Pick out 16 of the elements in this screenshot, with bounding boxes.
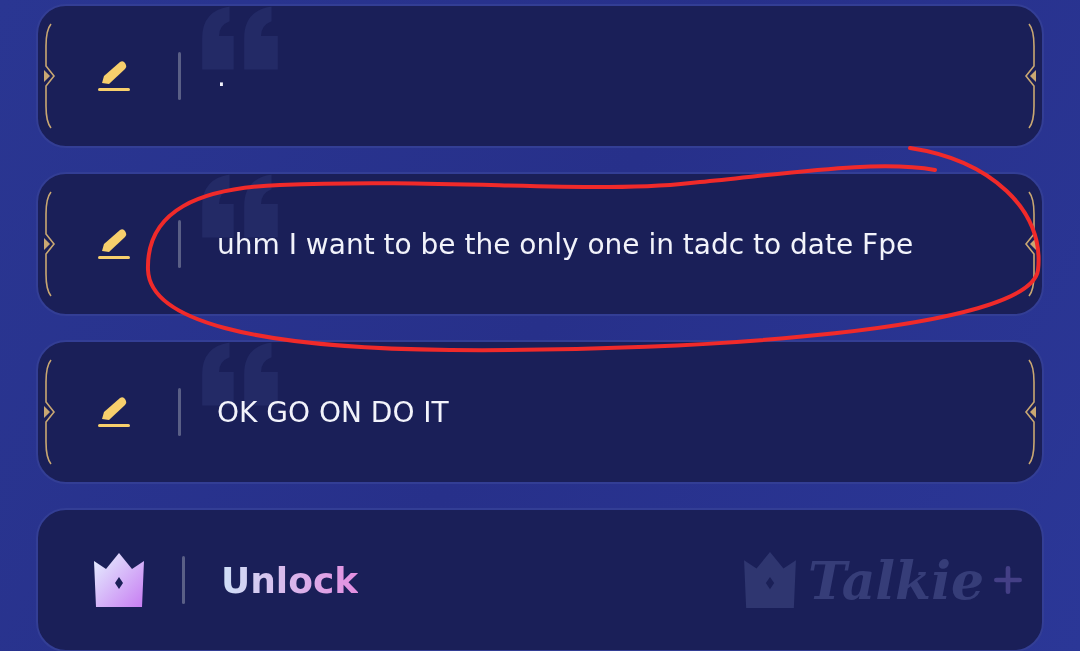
pencil-icon[interactable] — [96, 394, 132, 430]
divider-mark — [178, 388, 181, 436]
pencil-icon[interactable] — [96, 226, 132, 262]
message-text: . — [217, 59, 226, 93]
divider-mark — [178, 52, 181, 100]
line-card[interactable]: uhm I want to be the only one in tadc to date Fpe — [36, 172, 1044, 316]
line-card[interactable]: OK GO ON DO IT — [36, 340, 1044, 484]
plus-icon — [994, 566, 1022, 594]
divider-mark — [178, 220, 181, 268]
message-text: uhm I want to be the only one in tadc to date Fpe — [217, 227, 914, 261]
crown-icon — [92, 553, 146, 607]
message-text: OK GO ON DO IT — [217, 395, 449, 429]
pencil-icon[interactable] — [96, 58, 132, 94]
crown-icon — [741, 552, 798, 608]
line-card[interactable]: . — [36, 4, 1044, 148]
divider-mark — [182, 556, 185, 604]
